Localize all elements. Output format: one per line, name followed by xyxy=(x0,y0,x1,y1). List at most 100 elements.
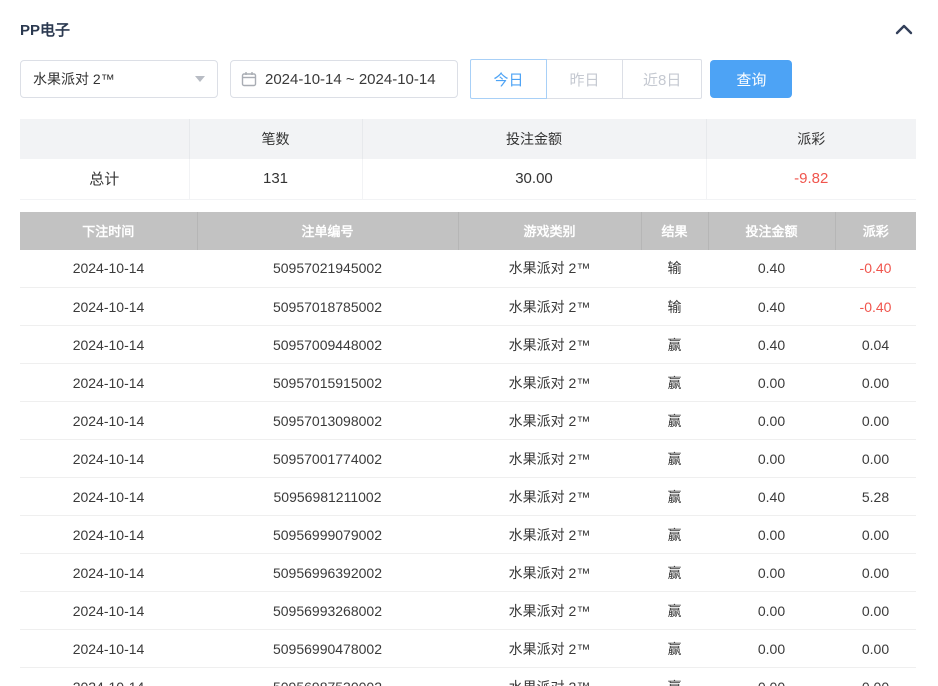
quick-filter-button-2[interactable]: 近8日 xyxy=(622,59,702,99)
table-cell: 0.00 xyxy=(708,440,835,478)
table-cell: 0.00 xyxy=(835,440,916,478)
table-cell: 2024-10-14 xyxy=(20,554,197,592)
table-row: 2024-10-1450956993268002水果派对 2™赢0.000.00 xyxy=(20,592,916,630)
table-cell: 0.00 xyxy=(835,554,916,592)
bets-tbody: 2024-10-1450957021945002水果派对 2™输0.40-0.4… xyxy=(20,250,916,686)
quick-filter-button-1[interactable]: 昨日 xyxy=(546,59,623,99)
pp-electronic-panel: PP电子 水果派对 2™ 2024-10-14 ~ xyxy=(0,0,938,686)
table-cell: 0.04 xyxy=(835,326,916,364)
table-cell: 0.00 xyxy=(708,516,835,554)
table-cell: 水果派对 2™ xyxy=(458,554,641,592)
table-cell: 2024-10-14 xyxy=(20,478,197,516)
chevron-up-icon xyxy=(894,24,914,39)
date-range-value: 2024-10-14 ~ 2024-10-14 xyxy=(265,71,436,88)
table-cell: 0.00 xyxy=(835,630,916,668)
table-cell: 2024-10-14 xyxy=(20,326,197,364)
table-cell: 0.00 xyxy=(708,554,835,592)
summary-table: 笔数投注金额派彩 总计 131 30.00 -9.82 xyxy=(20,119,916,200)
table-cell: 水果派对 2™ xyxy=(458,440,641,478)
table-cell: 水果派对 2™ xyxy=(458,288,641,326)
bets-header-cell: 注单编号 xyxy=(197,212,458,250)
table-cell: 赢 xyxy=(641,478,708,516)
table-cell: 赢 xyxy=(641,592,708,630)
table-cell: 水果派对 2™ xyxy=(458,250,641,288)
summary-header-cell xyxy=(20,119,189,159)
bets-header-cell: 派彩 xyxy=(835,212,916,250)
bets-header-cell: 投注金额 xyxy=(708,212,835,250)
table-cell: 0.40 xyxy=(708,288,835,326)
table-cell: 50956993268002 xyxy=(197,592,458,630)
table-cell: 50957001774002 xyxy=(197,440,458,478)
bets-header-cell: 结果 xyxy=(641,212,708,250)
table-cell: 50956987530002 xyxy=(197,668,458,686)
chevron-down-icon xyxy=(195,76,205,82)
summary-header-row: 笔数投注金额派彩 xyxy=(20,119,916,159)
table-cell: -0.40 xyxy=(835,250,916,288)
table-cell: 2024-10-14 xyxy=(20,516,197,554)
table-cell: 0.40 xyxy=(708,478,835,516)
table-cell: 2024-10-14 xyxy=(20,630,197,668)
table-cell: 0.00 xyxy=(835,516,916,554)
table-row: 2024-10-1450957013098002水果派对 2™赢0.000.00 xyxy=(20,402,916,440)
bets-table: 下注时间注单编号游戏类别结果投注金额派彩 2024-10-14509570219… xyxy=(20,212,916,686)
table-cell: 赢 xyxy=(641,440,708,478)
table-cell: 水果派对 2™ xyxy=(458,668,641,686)
table-cell: 0.00 xyxy=(708,630,835,668)
table-cell: 2024-10-14 xyxy=(20,402,197,440)
table-cell: 50957021945002 xyxy=(197,250,458,288)
table-cell: 赢 xyxy=(641,326,708,364)
table-cell: 50957015915002 xyxy=(197,364,458,402)
table-row: 2024-10-1450956990478002水果派对 2™赢0.000.00 xyxy=(20,630,916,668)
table-cell: 水果派对 2™ xyxy=(458,402,641,440)
table-cell: 2024-10-14 xyxy=(20,668,197,686)
summary-header-cell: 笔数 xyxy=(189,119,362,159)
table-cell: 0.00 xyxy=(835,592,916,630)
bets-header-cell: 游戏类别 xyxy=(458,212,641,250)
table-cell: 水果派对 2™ xyxy=(458,630,641,668)
table-cell: 50956999079002 xyxy=(197,516,458,554)
summary-header-cell: 派彩 xyxy=(706,119,916,159)
summary-header-cell: 投注金额 xyxy=(362,119,706,159)
table-cell: 赢 xyxy=(641,364,708,402)
table-cell: 水果派对 2™ xyxy=(458,364,641,402)
table-cell: 水果派对 2™ xyxy=(458,516,641,554)
query-button[interactable]: 查询 xyxy=(710,60,792,98)
table-cell: -0.40 xyxy=(835,288,916,326)
summary-total-row: 总计 131 30.00 -9.82 xyxy=(20,159,916,199)
table-cell: 输 xyxy=(641,250,708,288)
table-cell: 0.00 xyxy=(835,402,916,440)
date-range-picker[interactable]: 2024-10-14 ~ 2024-10-14 xyxy=(230,60,458,98)
summary-total-label: 总计 xyxy=(20,159,189,199)
table-cell: 0.00 xyxy=(708,668,835,686)
quick-filter-button-0[interactable]: 今日 xyxy=(470,59,547,99)
bets-header-cell: 下注时间 xyxy=(20,212,197,250)
table-cell: 50956990478002 xyxy=(197,630,458,668)
table-cell: 50957018785002 xyxy=(197,288,458,326)
table-row: 2024-10-1450957001774002水果派对 2™赢0.000.00 xyxy=(20,440,916,478)
table-cell: 5.28 xyxy=(835,478,916,516)
table-cell: 水果派对 2™ xyxy=(458,592,641,630)
game-select[interactable]: 水果派对 2™ xyxy=(20,60,218,98)
table-cell: 2024-10-14 xyxy=(20,364,197,402)
table-cell: 2024-10-14 xyxy=(20,440,197,478)
collapse-button[interactable] xyxy=(892,20,916,38)
summary-payout-value: -9.82 xyxy=(706,159,916,199)
table-row: 2024-10-1450957009448002水果派对 2™赢0.400.04 xyxy=(20,326,916,364)
table-cell: 赢 xyxy=(641,668,708,686)
table-cell: 2024-10-14 xyxy=(20,250,197,288)
table-cell: 0.40 xyxy=(708,250,835,288)
table-cell: 50956996392002 xyxy=(197,554,458,592)
table-cell: 2024-10-14 xyxy=(20,592,197,630)
table-row: 2024-10-1450956987530002水果派对 2™赢0.000.00 xyxy=(20,668,916,686)
table-cell: 2024-10-14 xyxy=(20,288,197,326)
page-title: PP电子 xyxy=(20,19,70,40)
table-cell: 0.00 xyxy=(708,364,835,402)
table-row: 2024-10-1450956981211002水果派对 2™赢0.405.28 xyxy=(20,478,916,516)
table-cell: 赢 xyxy=(641,554,708,592)
panel-header: PP电子 xyxy=(20,14,916,44)
bets-header-row: 下注时间注单编号游戏类别结果投注金额派彩 xyxy=(20,212,916,250)
quick-filter-group: 今日昨日近8日 xyxy=(470,59,702,99)
table-cell: 0.00 xyxy=(835,364,916,402)
table-cell: 水果派对 2™ xyxy=(458,478,641,516)
calendar-icon xyxy=(241,71,257,87)
